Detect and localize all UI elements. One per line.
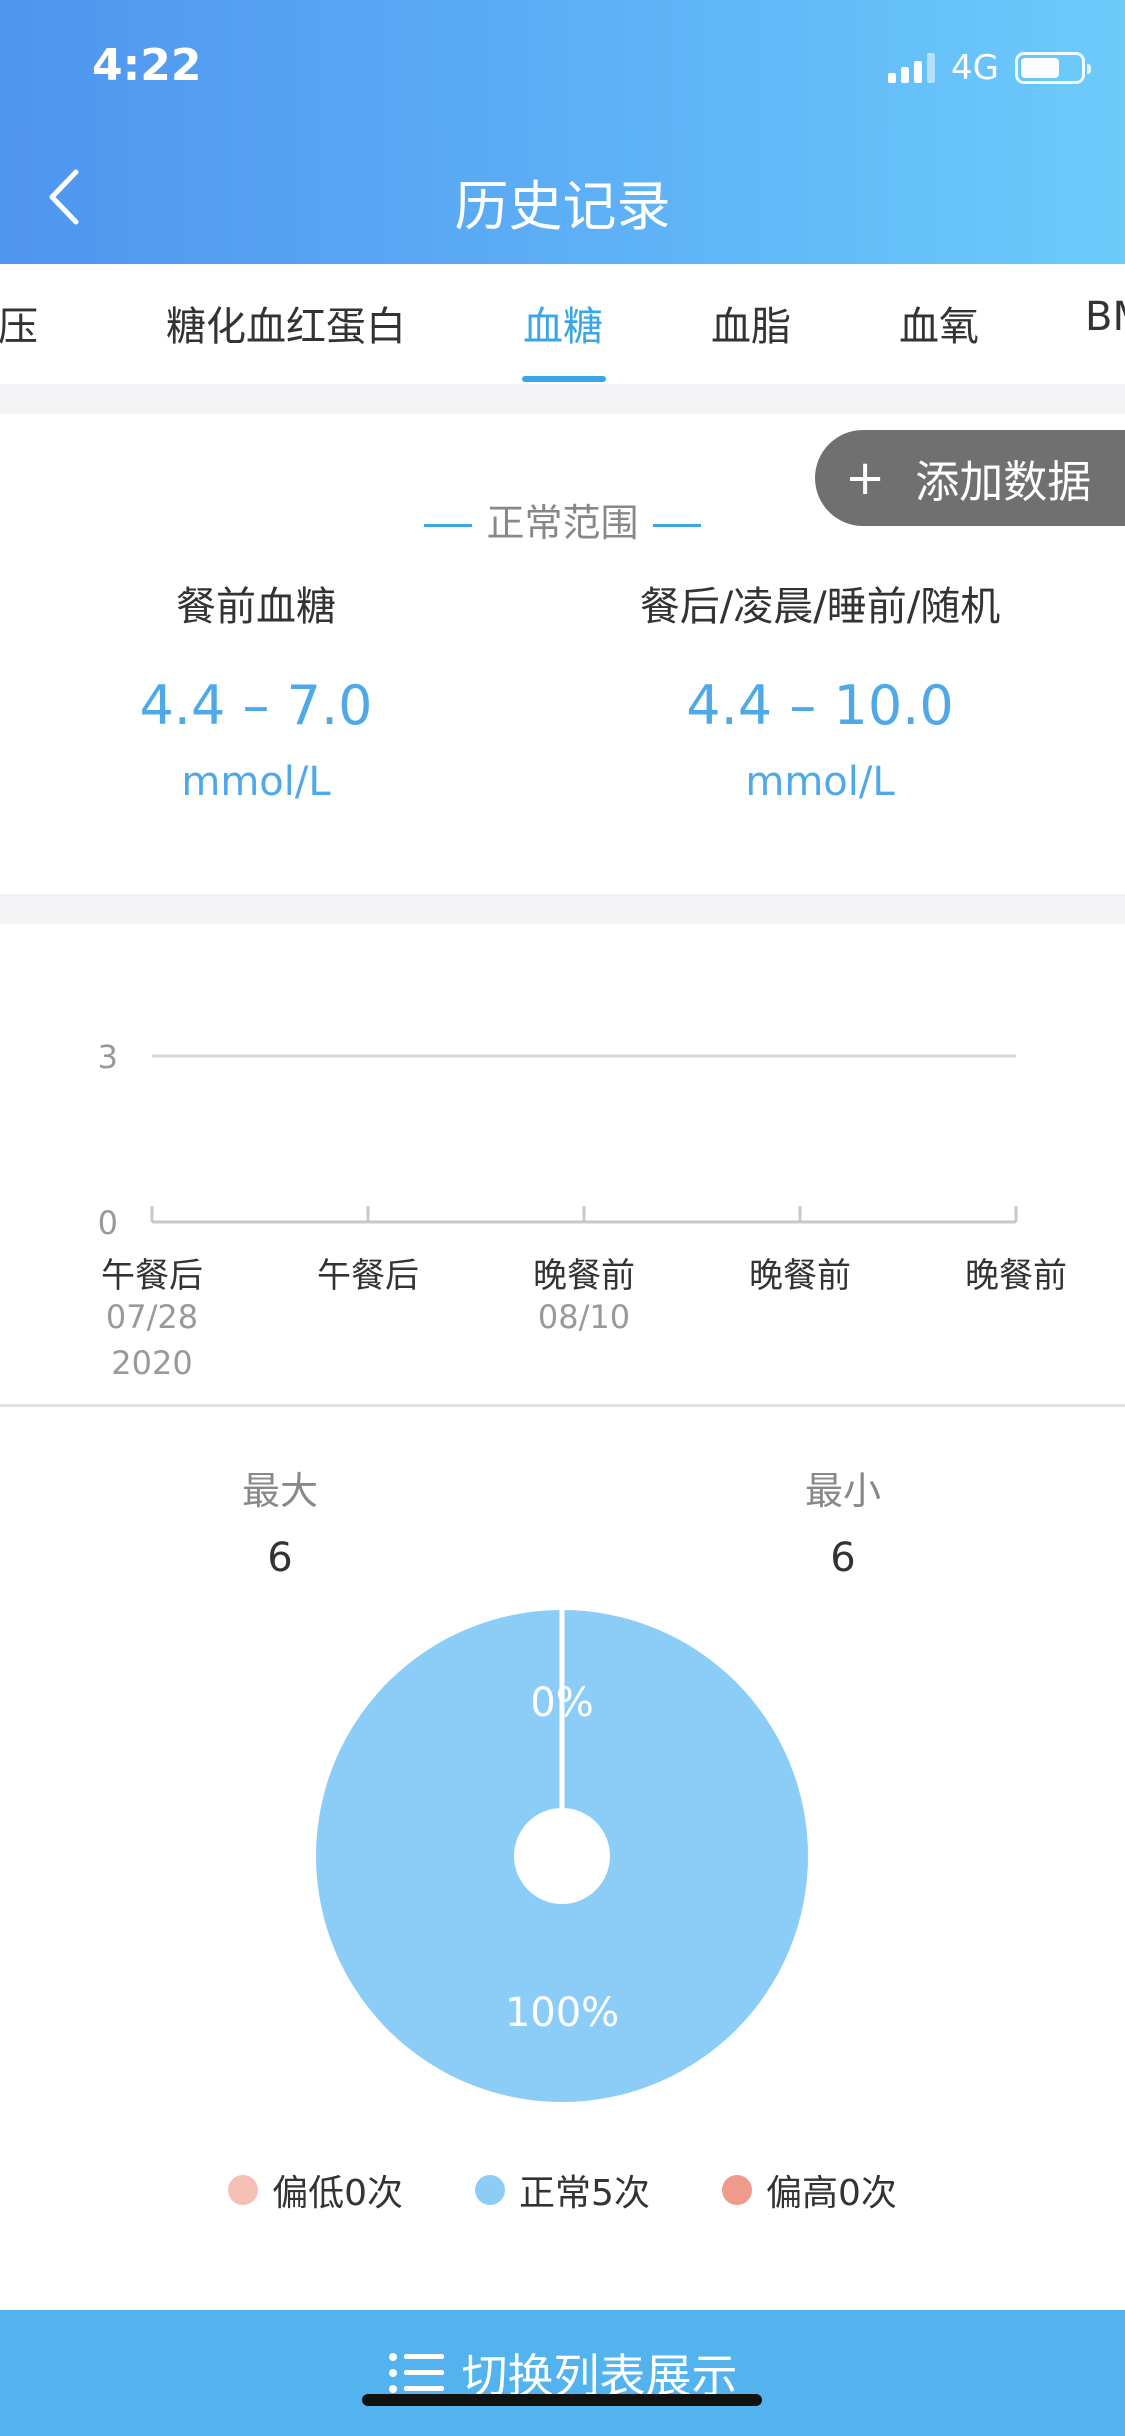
legend-dot-low bbox=[228, 2175, 259, 2205]
before-meal-label: 餐前血糖 bbox=[176, 584, 336, 630]
status-icons: 4G bbox=[888, 48, 1091, 88]
legend-high: 偏高0次 bbox=[721, 2164, 897, 2216]
signal-icon bbox=[888, 53, 936, 83]
page-title: 历史记录 bbox=[454, 175, 671, 238]
battery-icon bbox=[1015, 52, 1091, 84]
tab-blood-lipid[interactable]: 血脂 bbox=[711, 294, 791, 352]
home-indicator bbox=[362, 2394, 762, 2406]
category-tabs: 血压 糖化血红蛋白 血糖 血脂 血氧 BMI bbox=[0, 264, 1125, 384]
after-meal-range: 餐后/凌晨/睡前/随机 4.4 – 10.0 mmol/L bbox=[570, 574, 1070, 805]
tab-hba1c[interactable]: 糖化血红蛋白 bbox=[166, 294, 406, 352]
legend-low: 偏低0次 bbox=[228, 2164, 403, 2216]
after-meal-unit: mmol/L bbox=[745, 759, 895, 805]
legend-dot-normal bbox=[475, 2175, 506, 2205]
range-title: 正常范围 bbox=[0, 492, 1125, 547]
after-meal-label: 餐后/凌晨/睡前/随机 bbox=[639, 584, 1001, 630]
switch-list-view-button[interactable]: 切换列表展示 bbox=[0, 2310, 1125, 2436]
legend-high-label: 偏高0次 bbox=[765, 2173, 897, 2214]
chart-card: 03 午餐后 07/28 2020 午餐后 晚餐前 08/10 晚餐前 晚餐前 最大 6 最小… bbox=[0, 924, 1125, 2310]
pie-label-normal: 100% bbox=[504, 1990, 620, 2036]
header-bar: 4:22 4G 历史记录 bbox=[0, 0, 1125, 264]
title-dash-right bbox=[652, 524, 701, 527]
pie-legend: 偏低0次 正常5次 偏高0次 bbox=[0, 2164, 1125, 2216]
tab-blood-pressure[interactable]: 血压 bbox=[0, 294, 38, 352]
before-meal-value: 4.4 – 7.0 bbox=[139, 674, 373, 737]
tab-blood-glucose[interactable]: 血糖 bbox=[523, 294, 603, 352]
tab-blood-oxygen[interactable]: 血氧 bbox=[899, 294, 979, 352]
active-tab-indicator bbox=[522, 376, 606, 382]
before-meal-unit: mmol/L bbox=[181, 759, 331, 805]
legend-normal-label: 正常5次 bbox=[519, 2173, 650, 2214]
list-icon bbox=[388, 2353, 444, 2393]
before-meal-range: 餐前血糖 4.4 – 7.0 mmol/L bbox=[56, 574, 456, 805]
title-dash-left bbox=[424, 524, 473, 527]
distribution-pie-chart bbox=[316, 1610, 808, 2102]
legend-low-label: 偏低0次 bbox=[272, 2173, 404, 2214]
tab-bmi[interactable]: BMI bbox=[1085, 294, 1125, 340]
pie-label-low: 0% bbox=[530, 1680, 594, 1726]
legend-normal: 正常5次 bbox=[475, 2164, 650, 2216]
status-time: 4:22 bbox=[92, 40, 202, 91]
range-title-text: 正常范围 bbox=[486, 501, 639, 545]
legend-dot-high bbox=[721, 2175, 752, 2205]
network-label: 4G bbox=[951, 48, 999, 88]
normal-range-card: + 添加数据 正常范围 餐前血糖 4.4 – 7.0 mmol/L 餐后/凌晨/… bbox=[0, 414, 1125, 894]
after-meal-value: 4.4 – 10.0 bbox=[686, 674, 954, 737]
pie-center-hole bbox=[514, 1808, 610, 1904]
